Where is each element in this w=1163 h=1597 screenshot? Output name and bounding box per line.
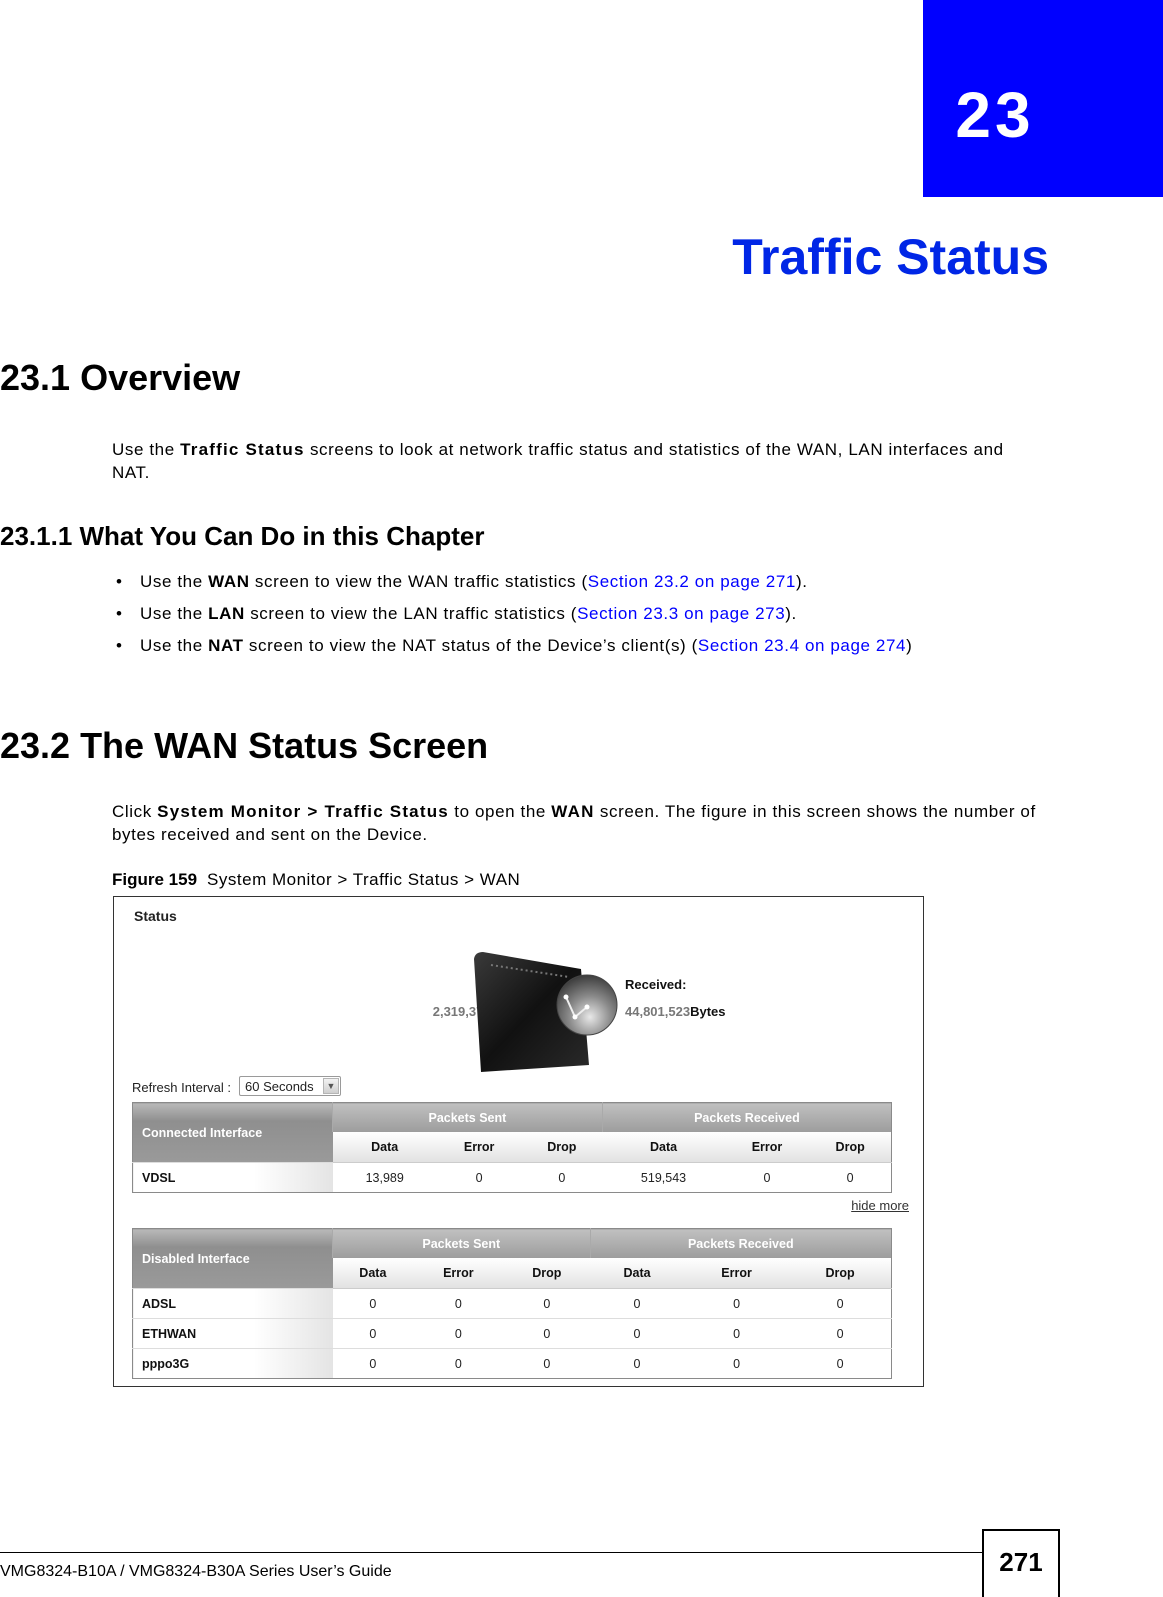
packets-received-header: Packets Received [589,1228,892,1258]
table-cell: 0 [332,1288,414,1319]
section-link[interactable]: Section 23.3 on page 273 [577,604,785,623]
chapter-task-list: • Use the WAN screen to view the WAN traf… [112,570,912,666]
list-item: • Use the LAN screen to view the LAN traf… [112,602,912,634]
table-cell: 519,543 [602,1162,725,1193]
interface-name: pppo3G [132,1348,333,1379]
table-cell: 0 [789,1318,892,1349]
hide-more-link[interactable]: hide more [851,1198,909,1213]
table-cell: 0 [503,1318,591,1349]
table-cell: 0 [332,1318,414,1349]
wan-status-paragraph: Click System Monitor > Traffic Status to… [112,802,1036,844]
bullet-icon: • [116,604,123,623]
connected-interface-header: Connected Interface [132,1102,333,1163]
traffic-status-term: Traffic Status [180,440,305,459]
table-cell: 0 [332,1348,414,1379]
column-header: Drop [503,1258,591,1289]
packets-sent-header: Packets Sent [332,1102,603,1132]
page-number: 271 [982,1529,1060,1597]
table-cell: 0 [683,1318,790,1349]
table-cell: 0 [789,1288,892,1319]
column-header: Data [332,1258,414,1289]
guide-title: VMG8324-B10A / VMG8324-B30A Series User’… [0,1563,392,1580]
footer-divider [0,1552,982,1553]
bullet-icon: • [116,572,123,591]
table-cell: 0 [789,1348,892,1379]
table-row: VDSL 13,989 0 0 519,543 0 0 [132,1162,892,1193]
section-heading-what-you-can-do: 23.1.1 What You Can Do in this Chapter [0,521,485,551]
table-cell: 0 [683,1348,790,1379]
table-cell: 0 [590,1288,684,1319]
table-cell: 0 [724,1162,810,1193]
received-label: Received: [625,977,687,992]
section-heading-overview: 23.1 Overview [0,357,241,398]
column-header: Drop [521,1132,603,1163]
table-cell: 0 [683,1288,790,1319]
table-cell: 0 [413,1318,504,1349]
column-header: Drop [789,1258,892,1289]
connected-interface-table: Connected Interface Packets Sent Packets… [132,1102,892,1193]
section-heading-wan-status: 23.2 The WAN Status Screen [0,725,489,766]
table-cell: 0 [590,1318,684,1349]
table-cell: 0 [436,1162,522,1193]
interface-name: VDSL [132,1162,333,1193]
list-item: • Use the NAT screen to view the NAT stat… [112,634,912,666]
section-link[interactable]: Section 23.4 on page 274 [698,636,906,655]
figure-caption: Figure 159 System Monitor > Traffic Statu… [112,870,521,889]
column-header: Data [590,1258,684,1289]
refresh-interval-select[interactable]: 60 Seconds ▼ [239,1076,341,1096]
interface-name: ADSL [132,1288,333,1319]
table-cell: 0 [413,1348,504,1379]
table-row: ETHWAN 0 0 0 0 0 0 [132,1318,892,1349]
overview-paragraph: Use the Traffic Status screens to look a… [112,440,1004,482]
table-cell: 0 [503,1348,591,1379]
interface-name: ETHWAN [132,1318,333,1349]
list-item: • Use the WAN screen to view the WAN traf… [112,570,912,602]
packets-sent-header: Packets Sent [332,1228,591,1258]
figure-label: Figure 159 [112,870,198,889]
table-cell: 13,989 [332,1162,437,1193]
packets-received-header: Packets Received [601,1102,892,1132]
table-cell: 0 [503,1288,591,1319]
table-row: ADSL 0 0 0 0 0 0 [132,1288,892,1319]
table-cell: 0 [809,1162,892,1193]
table-row: pppo3G 0 0 0 0 0 0 [132,1348,892,1379]
disabled-interface-table: Disabled Interface Packets Sent Packets … [132,1228,892,1379]
bullet-icon: • [116,636,123,655]
column-header: Drop [809,1132,892,1163]
chapter-title: Traffic Status [732,229,1049,285]
column-header: Error [683,1258,790,1289]
status-title: Status [134,908,177,924]
received-bytes: 44,801,523Bytes [625,1004,726,1019]
chevron-down-icon[interactable]: ▼ [323,1078,339,1094]
column-header: Error [724,1132,810,1163]
table-cell: 0 [521,1162,603,1193]
column-header: Data [602,1132,725,1163]
table-cell: 0 [590,1348,684,1379]
table-cell: 0 [413,1288,504,1319]
disabled-interface-header: Disabled Interface [132,1228,333,1289]
chapter-number: 23 [955,79,1035,151]
refresh-interval-label: Refresh Interval : [132,1080,231,1095]
section-link[interactable]: Section 23.2 on page 271 [588,572,796,591]
wan-status-screenshot: Status Sent: 2,319,376Bytes Received: 44… [113,896,924,1387]
column-header: Error [413,1258,504,1289]
router-globe-icon [474,952,618,1072]
column-header: Error [436,1132,522,1163]
column-header: Data [332,1132,437,1163]
